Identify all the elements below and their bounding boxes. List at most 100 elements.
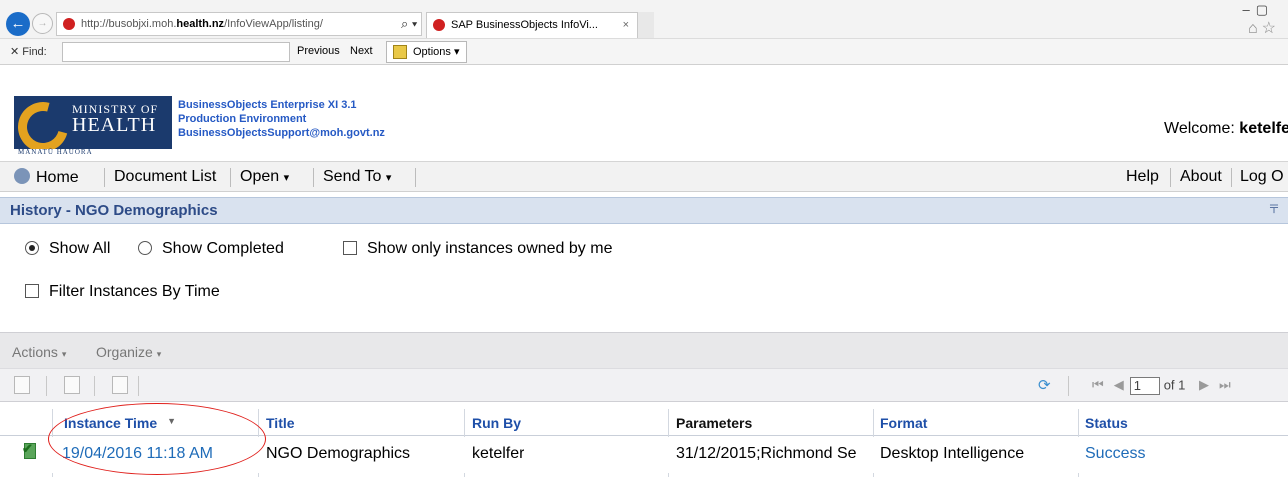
filter-by-time-label: Filter Instances By Time xyxy=(49,283,220,300)
row-status-link[interactable]: Success xyxy=(1085,445,1145,463)
close-find-icon[interactable]: ✕ Find: xyxy=(10,45,47,58)
home-label: Home xyxy=(36,169,79,186)
window-controls[interactable]: –▢ xyxy=(1242,2,1274,18)
toolbar-divider xyxy=(230,168,231,187)
find-next-button[interactable]: Next xyxy=(350,45,373,57)
address-prefix: http://busobjxi.moh. xyxy=(81,18,177,30)
toolbar-divider xyxy=(1068,376,1069,396)
row-format: Desktop Intelligence xyxy=(880,445,1025,462)
address-path: /InfoViewApp/listing/ xyxy=(224,18,323,30)
row-run-by: ketelfer xyxy=(472,445,525,462)
toolbar-divider xyxy=(94,376,95,396)
actions-bar: Actions ▾ Organize ▾ xyxy=(0,332,1288,368)
home-button[interactable]: Home xyxy=(14,168,79,187)
chevron-down-icon: ▾ xyxy=(61,349,67,359)
ministry-logo: MINISTRY OF HEALTH MANATŪ HAUORA xyxy=(14,96,172,158)
toolbar-divider xyxy=(1231,168,1232,187)
show-completed-radio[interactable]: Show Completed xyxy=(138,240,284,258)
environment-info: BusinessObjects Enterprise XI 3.1 Produc… xyxy=(178,98,385,140)
refresh-icon[interactable]: ↻ xyxy=(421,16,422,31)
close-tab-icon[interactable]: × xyxy=(623,13,629,37)
page-number-input[interactable]: 1 xyxy=(1129,377,1160,395)
find-previous-button[interactable]: Previous xyxy=(297,45,340,57)
first-page-icon[interactable]: ⏮ xyxy=(1092,377,1104,393)
delete-icon[interactable] xyxy=(112,376,128,394)
owned-by-me-checkbox[interactable]: Show only instances owned by me xyxy=(343,240,612,258)
checkbox-icon[interactable] xyxy=(25,284,39,298)
find-input[interactable] xyxy=(62,42,290,62)
annotation-ellipse xyxy=(48,403,266,475)
column-header-status[interactable]: Status xyxy=(1085,415,1128,431)
organize-menu[interactable]: Organize ▾ xyxy=(96,344,161,360)
column-header-run-by[interactable]: Run By xyxy=(472,415,521,431)
column-header-format[interactable]: Format xyxy=(880,415,927,431)
about-button[interactable]: About xyxy=(1180,168,1222,186)
last-page-icon[interactable]: ⏭ xyxy=(1219,377,1231,393)
toolbar-divider xyxy=(313,168,314,187)
properties-icon[interactable] xyxy=(14,376,30,394)
site-favicon-icon xyxy=(63,18,75,30)
filter-by-time-checkbox[interactable]: Filter Instances By Time xyxy=(25,283,220,301)
find-options-button[interactable]: Options ▾ xyxy=(386,41,467,63)
toolbar-divider xyxy=(46,376,47,396)
radio-unselected-icon[interactable] xyxy=(138,241,152,255)
page-count: of 1 xyxy=(1163,377,1186,393)
tab-title: SAP BusinessObjects InfoVi... xyxy=(451,19,598,31)
collapse-pin-icon[interactable]: 〒 xyxy=(1268,200,1280,217)
home-icon xyxy=(14,168,30,184)
forward-arrow-icon[interactable]: → xyxy=(32,13,53,34)
instance-toolbar: ⟳ ⏮ ◀ 1 of 1 ▶ ⏭ xyxy=(0,368,1288,402)
chevron-down-icon: ▾ xyxy=(453,46,460,58)
browser-tab[interactable]: SAP BusinessObjects InfoVi... × xyxy=(426,12,638,38)
favorites-star-icon[interactable]: ☆ xyxy=(1262,20,1280,37)
product-name: BusinessObjects Enterprise XI 3.1 xyxy=(178,99,357,111)
column-header-title[interactable]: Title xyxy=(266,415,295,431)
maximize-icon[interactable]: ▢ xyxy=(1256,2,1274,18)
toolbar-divider xyxy=(415,168,416,187)
address-actions: ⌕ ▾ ↻ xyxy=(397,13,422,35)
success-document-icon: ✔ xyxy=(22,441,38,461)
dropdown-icon[interactable]: ▾ xyxy=(412,16,417,31)
refresh-list-icon[interactable]: ⟳ xyxy=(1038,376,1051,394)
toolbar-divider xyxy=(1170,168,1171,187)
log-out-button[interactable]: Log O xyxy=(1240,168,1284,186)
home-browser-icon[interactable]: ⌂ xyxy=(1248,20,1262,37)
search-icon[interactable]: ⌕ xyxy=(401,16,408,31)
browser-icons: ⌂☆ xyxy=(1248,18,1280,38)
toolbar-divider xyxy=(104,168,105,187)
column-header-parameters[interactable]: Parameters xyxy=(676,415,752,431)
document-list-button[interactable]: Document List xyxy=(114,168,216,186)
minimize-icon[interactable]: – xyxy=(1242,2,1255,17)
address-bar[interactable]: http://busobjxi.moh.health.nz/InfoViewAp… xyxy=(56,12,422,36)
radio-selected-icon[interactable] xyxy=(25,241,39,255)
logo-strip: MANATŪ HAUORA xyxy=(14,148,172,158)
send-to-menu-button[interactable]: Send To ▾ xyxy=(323,168,391,186)
address-domain: health.nz xyxy=(176,18,225,30)
highlight-pencil-icon[interactable] xyxy=(393,45,407,60)
chevron-down-icon: ▾ xyxy=(283,172,290,184)
help-button[interactable]: Help xyxy=(1126,168,1159,186)
pagination: ⏮ ◀ 1 of 1 ▶ ⏭ xyxy=(1092,377,1241,395)
send-to-label: Send To xyxy=(323,168,382,185)
next-page-icon[interactable]: ▶ xyxy=(1199,377,1209,393)
open-label: Open xyxy=(240,168,280,185)
previous-page-icon[interactable]: ◀ xyxy=(1114,377,1124,393)
open-menu-button[interactable]: Open ▾ xyxy=(240,168,289,186)
checkbox-icon[interactable] xyxy=(343,241,357,255)
logo-line-3: MANATŪ HAUORA xyxy=(18,148,93,156)
copy-icon[interactable] xyxy=(64,376,80,394)
find-label: Find: xyxy=(22,46,47,58)
new-tab-button[interactable] xyxy=(638,12,654,38)
chevron-down-icon: ▾ xyxy=(156,349,162,359)
show-all-radio[interactable]: Show All xyxy=(25,240,110,258)
toolbar-divider xyxy=(138,376,139,396)
back-arrow-icon[interactable]: ← xyxy=(6,12,30,36)
support-email[interactable]: BusinessObjectsSupport@moh.govt.nz xyxy=(178,126,385,140)
show-all-label: Show All xyxy=(49,240,111,257)
find-options-label: Options xyxy=(413,46,451,58)
actions-menu[interactable]: Actions ▾ xyxy=(12,344,66,360)
organize-label: Organize xyxy=(96,344,153,360)
welcome-user: ketelfe xyxy=(1239,120,1288,137)
logo-line-2: HEALTH xyxy=(72,114,157,136)
page-title: History - NGO Demographics xyxy=(10,202,218,219)
